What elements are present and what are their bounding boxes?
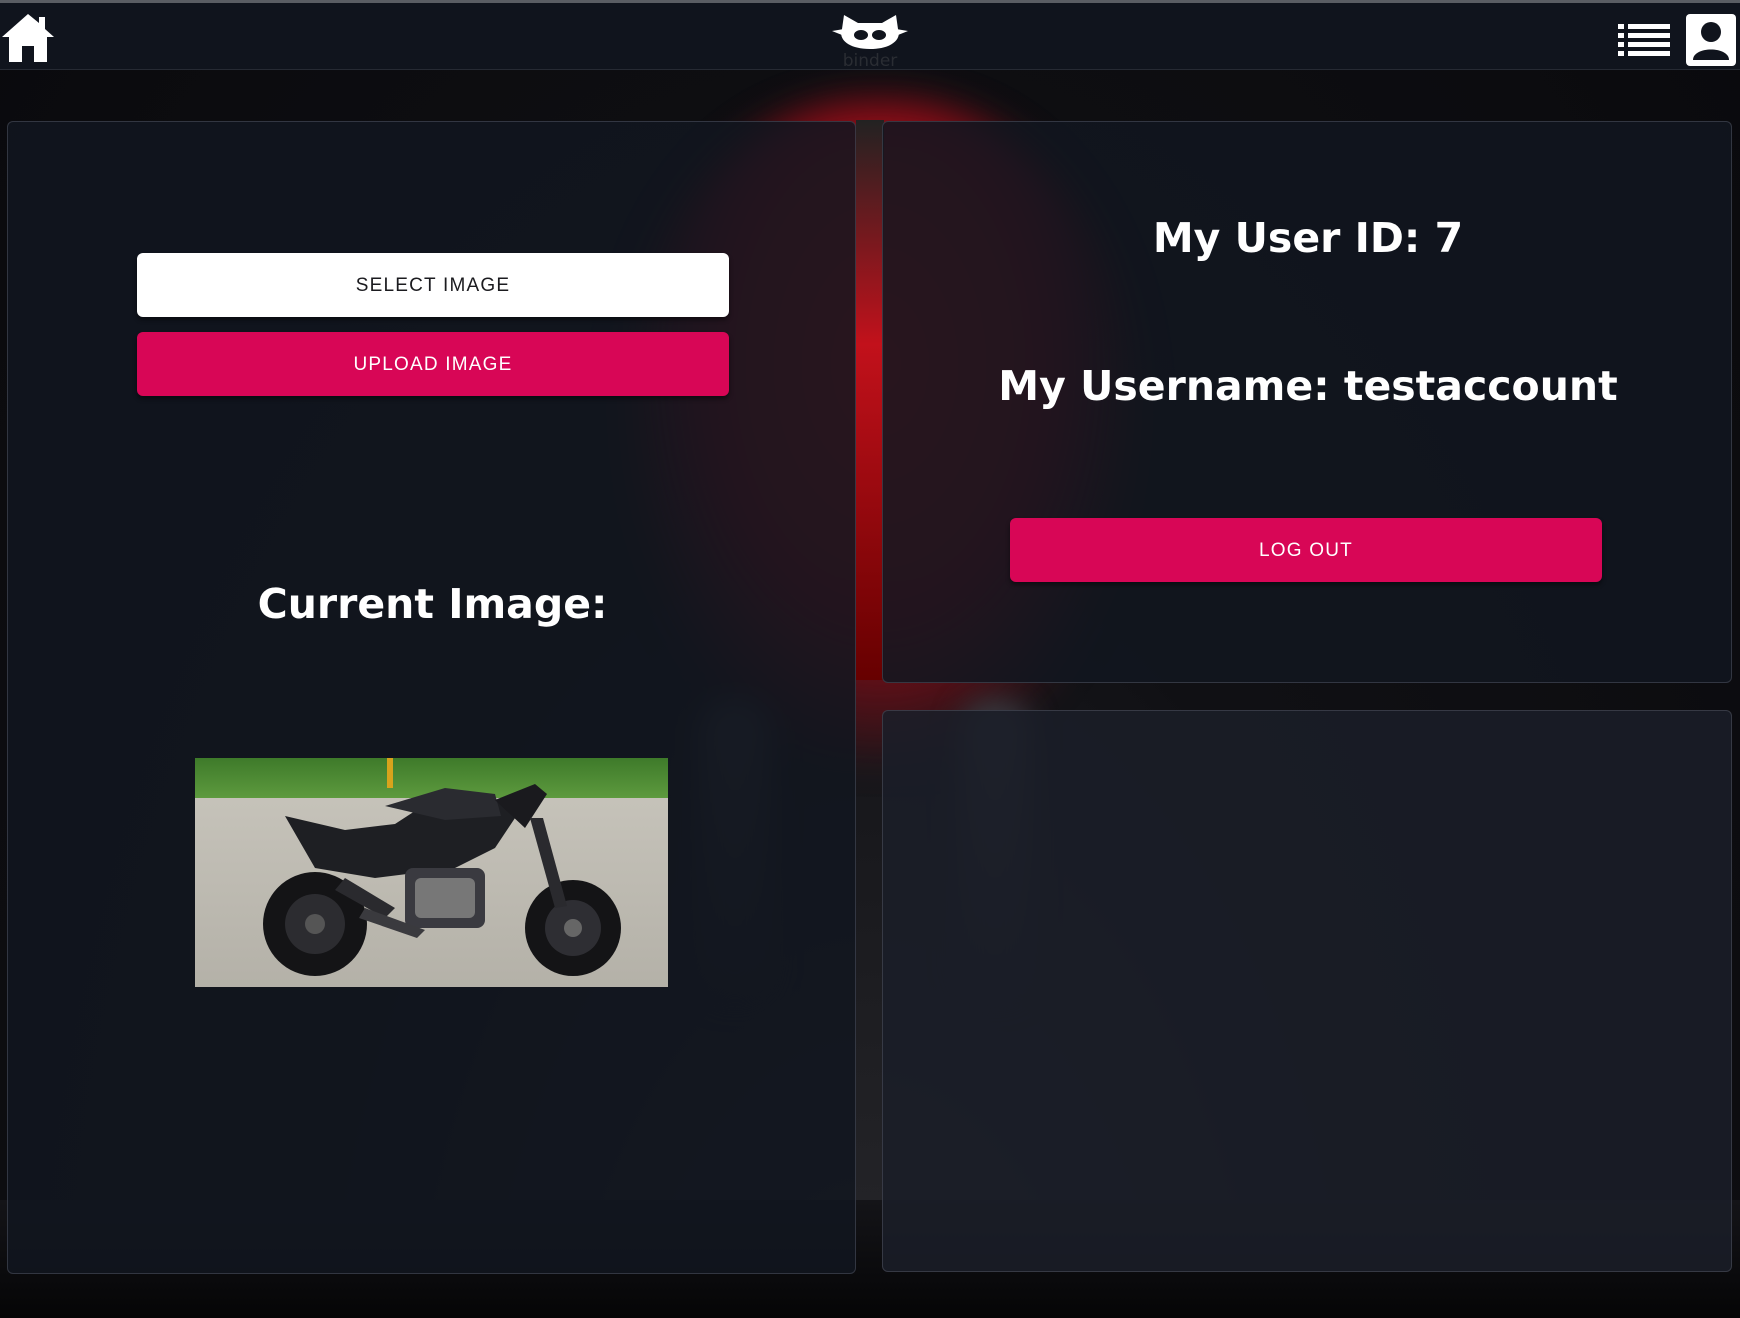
current-image-label: Current Image: xyxy=(257,580,608,628)
background-stripe xyxy=(856,120,884,680)
user-id-text: My User ID: 7 xyxy=(1152,214,1464,262)
binder-logo[interactable]: binder xyxy=(828,11,912,71)
username-text: My Username: testaccount xyxy=(998,362,1618,410)
upload-image-button[interactable]: UPLOAD IMAGE xyxy=(137,332,729,396)
current-image-photo xyxy=(195,758,668,987)
top-nav-bar: binder xyxy=(0,0,1740,71)
logo-text: binder xyxy=(842,51,898,71)
image-upload-panel: SELECT IMAGE UPLOAD IMAGE Current Image: xyxy=(7,121,856,1274)
home-icon[interactable] xyxy=(0,11,56,65)
select-image-button[interactable]: SELECT IMAGE xyxy=(137,253,729,317)
user-info-panel: My User ID: 7 My Username: testaccount L… xyxy=(882,121,1732,683)
empty-panel xyxy=(882,710,1732,1272)
log-out-button[interactable]: LOG OUT xyxy=(1010,518,1602,582)
list-icon[interactable] xyxy=(1618,23,1670,57)
account-icon[interactable] xyxy=(1686,14,1736,66)
